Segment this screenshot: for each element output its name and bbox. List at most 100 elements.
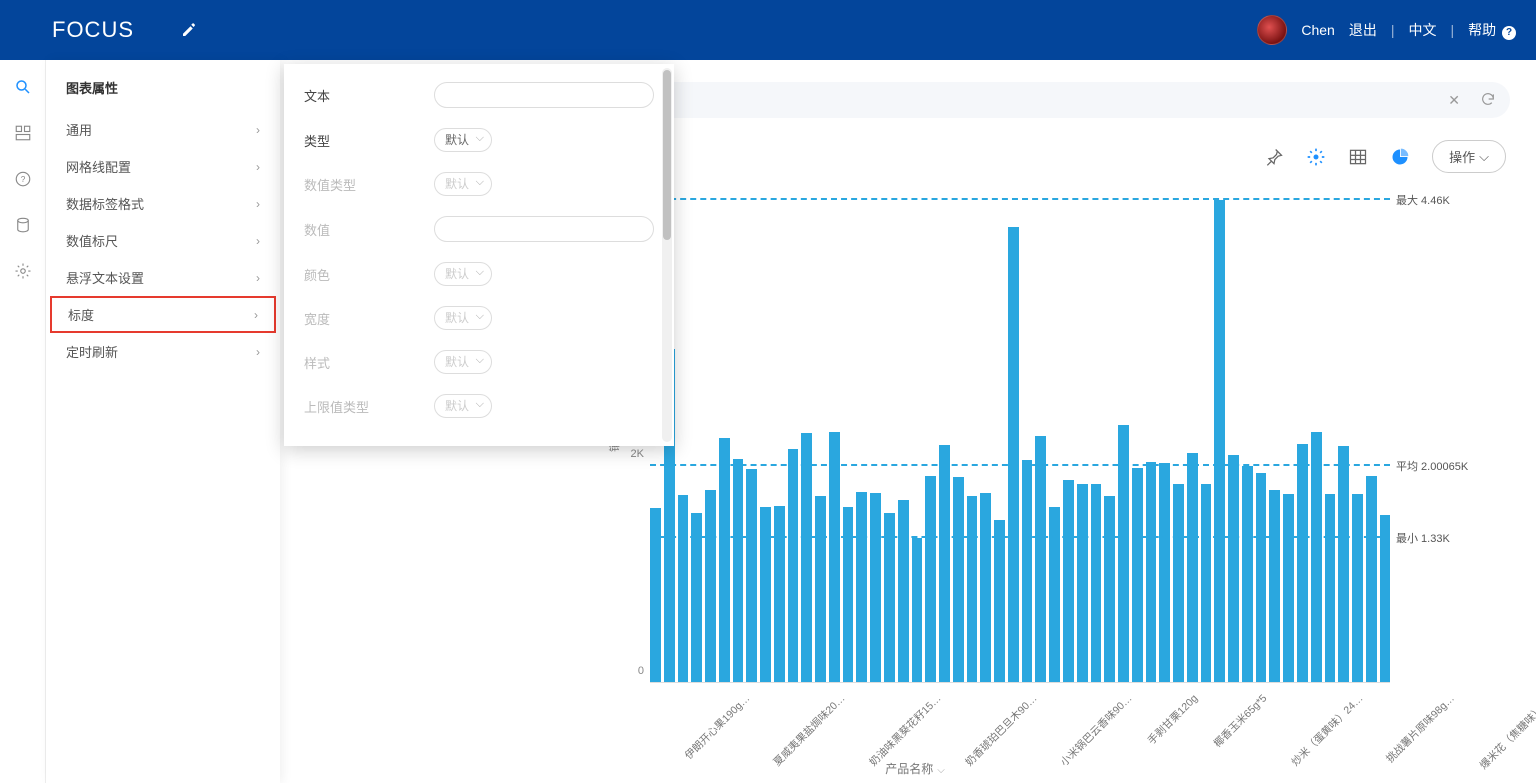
form-select[interactable]: 默认 bbox=[434, 128, 492, 152]
clear-button[interactable]: ✕ bbox=[1448, 92, 1460, 109]
logout-link[interactable]: 退出 bbox=[1349, 20, 1377, 40]
bar[interactable] bbox=[1283, 494, 1294, 682]
properties-panel: 图表属性 通用›网格线配置›数据标签格式›数值标尺›悬浮文本设置›标度›定时刷新… bbox=[46, 60, 280, 783]
bar[interactable] bbox=[1035, 436, 1046, 682]
panel-item[interactable]: 定时刷新› bbox=[46, 333, 280, 370]
bar[interactable] bbox=[912, 538, 923, 682]
pie-chart-icon[interactable] bbox=[1390, 147, 1410, 167]
form-text-input[interactable] bbox=[434, 82, 654, 108]
bar[interactable] bbox=[746, 469, 757, 682]
rail-settings-icon[interactable] bbox=[14, 262, 32, 280]
chevron-right-icon: › bbox=[256, 160, 260, 174]
scrollbar-thumb[interactable] bbox=[663, 70, 671, 240]
rail-dashboard-icon[interactable] bbox=[14, 124, 32, 142]
bar[interactable] bbox=[678, 495, 689, 682]
panel-title: 图表属性 bbox=[46, 78, 280, 111]
bar[interactable] bbox=[953, 477, 964, 682]
reference-line-min: 最小 1.33K bbox=[650, 536, 1390, 538]
form-row: 文本 bbox=[304, 82, 654, 108]
rail-database-icon[interactable] bbox=[14, 216, 32, 234]
bar[interactable] bbox=[1132, 468, 1143, 682]
bar[interactable] bbox=[1214, 200, 1225, 682]
bar[interactable] bbox=[1380, 515, 1391, 683]
x-tick: 伊朗开心果190g… bbox=[650, 687, 736, 779]
bar[interactable] bbox=[774, 506, 785, 682]
rail-search-icon[interactable] bbox=[14, 78, 32, 96]
bar[interactable] bbox=[1008, 227, 1019, 682]
help-link[interactable]: 帮助 ? bbox=[1468, 20, 1516, 40]
bar[interactable] bbox=[1325, 494, 1336, 682]
bar[interactable] bbox=[1297, 444, 1308, 682]
bar[interactable] bbox=[1338, 446, 1349, 682]
bar[interactable] bbox=[829, 432, 840, 682]
form-row: 样式默认 bbox=[304, 350, 654, 374]
bar[interactable] bbox=[898, 500, 909, 682]
panel-item[interactable]: 网格线配置› bbox=[46, 148, 280, 185]
rail-help-icon[interactable]: ? bbox=[14, 170, 32, 188]
form-text-input bbox=[434, 216, 654, 242]
bar[interactable] bbox=[1311, 432, 1322, 682]
panel-item[interactable]: 悬浮文本设置› bbox=[46, 259, 280, 296]
bar[interactable] bbox=[870, 493, 881, 682]
bar[interactable] bbox=[980, 493, 991, 682]
bar[interactable] bbox=[733, 459, 744, 682]
bar[interactable] bbox=[1104, 496, 1115, 682]
username[interactable]: Chen bbox=[1301, 22, 1334, 38]
panel-item-label: 悬浮文本设置 bbox=[66, 268, 144, 287]
bar[interactable] bbox=[1366, 476, 1377, 682]
bar[interactable] bbox=[691, 513, 702, 682]
panel-item-label: 数值标尺 bbox=[66, 231, 118, 250]
bar[interactable] bbox=[1173, 484, 1184, 682]
bar[interactable] bbox=[1269, 490, 1280, 682]
bar[interactable] bbox=[1063, 480, 1074, 682]
bar[interactable] bbox=[1022, 460, 1033, 682]
panel-item[interactable]: 通用› bbox=[46, 111, 280, 148]
settings-gear-icon[interactable] bbox=[1306, 147, 1326, 167]
bar[interactable] bbox=[788, 449, 799, 682]
bar[interactable] bbox=[967, 496, 978, 682]
divider: | bbox=[1450, 22, 1454, 38]
panel-item[interactable]: 数值标尺› bbox=[46, 222, 280, 259]
panel-item-label: 标度 bbox=[68, 305, 94, 324]
bar[interactable] bbox=[1242, 466, 1253, 682]
bar[interactable] bbox=[719, 438, 730, 682]
chevron-right-icon: › bbox=[256, 345, 260, 359]
bar[interactable] bbox=[843, 507, 854, 682]
panel-item[interactable]: 数据标签格式› bbox=[46, 185, 280, 222]
bar[interactable] bbox=[1091, 484, 1102, 682]
table-icon[interactable] bbox=[1348, 147, 1368, 167]
bar[interactable] bbox=[939, 445, 950, 682]
x-axis-labels: 伊朗开心果190g…夏威夷果盐焗味20…奶油味黑葵花籽15…奶香琥珀巴旦木90…… bbox=[650, 687, 1390, 779]
chevron-right-icon: › bbox=[256, 197, 260, 211]
bar[interactable] bbox=[1159, 463, 1170, 682]
bar[interactable] bbox=[1228, 455, 1239, 682]
avatar[interactable] bbox=[1257, 15, 1287, 45]
bar[interactable] bbox=[815, 496, 826, 682]
pin-icon[interactable] bbox=[1264, 147, 1284, 167]
form-select: 默认 bbox=[434, 394, 492, 418]
form-label: 类型 bbox=[304, 131, 434, 150]
action-dropdown[interactable]: 操作⌵ bbox=[1432, 140, 1506, 173]
bar[interactable] bbox=[650, 508, 661, 682]
bar[interactable] bbox=[994, 520, 1005, 682]
bar[interactable] bbox=[884, 513, 895, 682]
bar[interactable] bbox=[1049, 507, 1060, 682]
bar[interactable] bbox=[925, 476, 936, 682]
panel-item-label: 通用 bbox=[66, 120, 92, 139]
panel-item[interactable]: 标度› bbox=[50, 296, 276, 333]
bar[interactable] bbox=[1077, 484, 1088, 682]
bar[interactable] bbox=[1256, 473, 1267, 682]
bar[interactable] bbox=[1201, 484, 1212, 682]
expand-icon[interactable]: ⌵ bbox=[937, 765, 945, 776]
edit-button[interactable] bbox=[179, 20, 199, 40]
bar[interactable] bbox=[856, 492, 867, 682]
bar[interactable] bbox=[760, 507, 771, 682]
form-label: 样式 bbox=[304, 353, 434, 372]
bar[interactable] bbox=[801, 433, 812, 682]
bar[interactable] bbox=[1352, 494, 1363, 682]
bar[interactable] bbox=[1187, 453, 1198, 682]
bar[interactable] bbox=[1146, 462, 1157, 682]
bar[interactable] bbox=[705, 490, 716, 682]
refresh-button[interactable] bbox=[1480, 91, 1496, 110]
language-link[interactable]: 中文 bbox=[1408, 20, 1436, 40]
